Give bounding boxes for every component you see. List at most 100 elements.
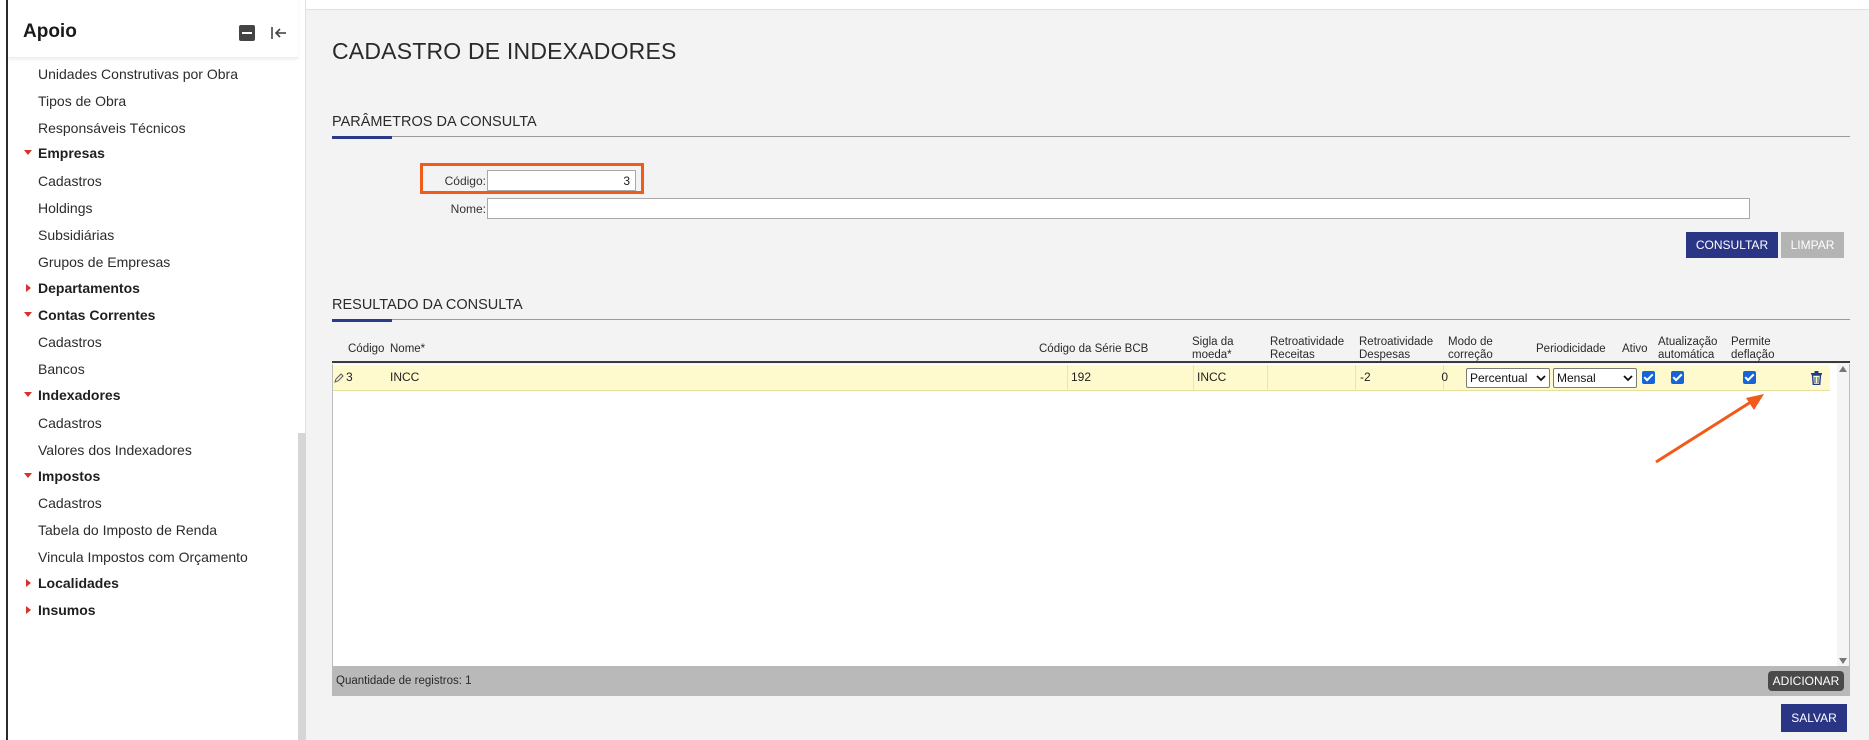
table-row[interactable]: 3 INCC 192 INCC -2 0 Percentual Mensal bbox=[333, 365, 1830, 391]
sidebar-item-subsidiarias[interactable]: Subsidiárias bbox=[38, 227, 114, 243]
sidebar-item-valores-indexadores[interactable]: Valores dos Indexadores bbox=[38, 442, 192, 458]
cell-nome[interactable]: INCC bbox=[387, 365, 1068, 390]
sidebar-group-label: Empresas bbox=[38, 145, 105, 161]
cell-serie-bcb[interactable]: 192 bbox=[1068, 365, 1194, 390]
ativo-checkbox[interactable] bbox=[1642, 371, 1655, 384]
col-header-line: Modo de bbox=[1448, 336, 1493, 348]
col-header-serie-bcb[interactable]: Código da Série BCB bbox=[1039, 343, 1148, 356]
col-header-line: Receitas bbox=[1270, 349, 1315, 361]
col-header-codigo[interactable]: Código bbox=[348, 343, 384, 356]
section-divider bbox=[332, 136, 1850, 137]
modo-correcao-select[interactable]: Percentual bbox=[1466, 368, 1550, 388]
main-content: CADASTRO DE INDEXADORES PARÂMETROS DA CO… bbox=[306, 0, 1869, 740]
caret-down-icon bbox=[24, 312, 32, 317]
nome-input[interactable] bbox=[487, 198, 1750, 219]
col-header-modo-correcao[interactable]: Modo de correção bbox=[1448, 336, 1493, 362]
sidebar-header: Apoio bbox=[8, 0, 298, 58]
chevron-down-icon bbox=[1623, 375, 1633, 382]
section-divider bbox=[332, 319, 1850, 320]
section-accent bbox=[332, 136, 392, 139]
grid-footer: Quantidade de registros: 1 ADICIONAR bbox=[332, 666, 1850, 696]
sidebar-item-responsaveis-tecnicos[interactable]: Responsáveis Técnicos bbox=[38, 120, 186, 136]
consultar-button[interactable]: CONSULTAR bbox=[1686, 232, 1778, 258]
cell-codigo[interactable]: 3 bbox=[343, 365, 387, 390]
sidebar-item-tabela-imposto-renda[interactable]: Tabela do Imposto de Renda bbox=[38, 522, 217, 538]
sidebar: Apoio Unidades Construtivas por Obra Tip… bbox=[0, 0, 306, 740]
record-count-value: 1 bbox=[465, 675, 472, 687]
sidebar-group-label: Contas Correntes bbox=[38, 307, 156, 323]
sidebar-group-impostos[interactable]: Impostos bbox=[24, 468, 100, 484]
sidebar-group-indexadores[interactable]: Indexadores bbox=[24, 387, 120, 403]
col-header-deflacao[interactable]: Permite deflação bbox=[1731, 336, 1774, 362]
sidebar-item-vincula-impostos[interactable]: Vincula Impostos com Orçamento bbox=[38, 549, 248, 565]
col-header-line: moeda* bbox=[1192, 349, 1232, 361]
sidebar-group-departamentos[interactable]: Departamentos bbox=[26, 280, 140, 296]
salvar-button[interactable]: SALVAR bbox=[1781, 704, 1847, 732]
sidebar-group-localidades[interactable]: Localidades bbox=[26, 575, 119, 591]
col-header-retro-despesas[interactable]: Retroatividade Despesas bbox=[1359, 336, 1433, 362]
col-header-line: Retroatividade bbox=[1359, 336, 1434, 348]
collapse-sidebar-icon[interactable] bbox=[267, 22, 289, 44]
sidebar-group-label: Insumos bbox=[38, 602, 96, 618]
sidebar-item-indexadores-cadastros[interactable]: Cadastros bbox=[38, 415, 102, 431]
caret-down-icon bbox=[24, 473, 32, 478]
col-header-line: correção bbox=[1448, 349, 1493, 361]
sidebar-item-tipos-de-obra[interactable]: Tipos de Obra bbox=[38, 93, 126, 109]
col-header-line: Atualização bbox=[1658, 336, 1718, 348]
retro-despesas-value: -2 bbox=[1360, 370, 1371, 384]
atualizacao-automatica-checkbox[interactable] bbox=[1671, 371, 1684, 384]
col-header-periodicidade[interactable]: Periodicidade bbox=[1536, 343, 1606, 356]
codigo-input[interactable] bbox=[487, 170, 636, 191]
col-header-line: deflação bbox=[1731, 349, 1775, 361]
col-header-line: Despesas bbox=[1359, 349, 1411, 361]
caret-down-icon bbox=[24, 392, 32, 397]
sidebar-item-unidades-construtivas[interactable]: Unidades Construtivas por Obra bbox=[38, 66, 238, 82]
sidebar-accent-bar bbox=[6, 0, 8, 740]
col-header-nome[interactable]: Nome* bbox=[390, 343, 425, 356]
cell-retro-receitas[interactable] bbox=[1268, 365, 1356, 390]
trash-icon[interactable] bbox=[1810, 371, 1823, 385]
scroll-up-icon[interactable] bbox=[1839, 366, 1847, 372]
collapse-all-icon[interactable] bbox=[239, 25, 255, 41]
col-header-line: Retroatividade bbox=[1270, 336, 1345, 348]
grid-scrollbar[interactable] bbox=[1837, 364, 1849, 666]
adicionar-button[interactable]: ADICIONAR bbox=[1768, 671, 1844, 691]
limpar-button[interactable]: LIMPAR bbox=[1781, 232, 1844, 258]
periodicidade-select[interactable]: Mensal bbox=[1553, 368, 1637, 388]
sidebar-item-grupos-de-empresas[interactable]: Grupos de Empresas bbox=[38, 254, 170, 270]
top-bar bbox=[306, 0, 1869, 10]
sidebar-item-bancos[interactable]: Bancos bbox=[38, 361, 85, 377]
modo-correcao-value: Percentual bbox=[1470, 371, 1528, 385]
scroll-down-icon[interactable] bbox=[1839, 658, 1847, 664]
sidebar-group-contas-correntes[interactable]: Contas Correntes bbox=[24, 307, 156, 323]
col-header-ativo[interactable]: Ativo bbox=[1622, 343, 1648, 356]
col-header-atualizacao[interactable]: Atualização automática bbox=[1658, 336, 1717, 362]
periodicidade-value: Mensal bbox=[1557, 371, 1596, 385]
modo-numeric-value: 0 bbox=[1441, 370, 1448, 384]
col-header-retro-receitas[interactable]: Retroatividade Receitas bbox=[1270, 336, 1344, 362]
sidebar-group-label: Departamentos bbox=[38, 280, 140, 296]
results-section-title: RESULTADO DA CONSULTA bbox=[332, 297, 523, 313]
col-header-line: Permite bbox=[1731, 336, 1771, 348]
sidebar-group-insumos[interactable]: Insumos bbox=[26, 602, 96, 618]
cell-sigla[interactable]: INCC bbox=[1194, 365, 1268, 390]
permite-deflacao-checkbox[interactable] bbox=[1743, 371, 1756, 384]
chevron-down-icon bbox=[1536, 375, 1546, 382]
sidebar-scrollbar[interactable] bbox=[298, 433, 306, 740]
annotation-arrow-icon bbox=[1655, 394, 1764, 464]
sidebar-group-empresas[interactable]: Empresas bbox=[24, 145, 105, 161]
codigo-label: Código: bbox=[444, 174, 486, 188]
grid-header: Código Nome* Código da Série BCB Sigla d… bbox=[332, 334, 1850, 363]
caret-right-icon bbox=[26, 284, 31, 292]
sidebar-title: Apoio bbox=[23, 21, 77, 42]
results-grid: Código Nome* Código da Série BCB Sigla d… bbox=[332, 334, 1850, 696]
col-header-line: Sigla da bbox=[1192, 336, 1234, 348]
section-accent bbox=[332, 319, 392, 322]
record-count-label: Quantidade de registros: bbox=[336, 675, 462, 687]
sidebar-item-impostos-cadastros[interactable]: Cadastros bbox=[38, 495, 102, 511]
col-header-sigla[interactable]: Sigla da moeda* bbox=[1192, 336, 1234, 362]
sidebar-item-contas-cadastros[interactable]: Cadastros bbox=[38, 334, 102, 350]
sidebar-item-holdings[interactable]: Holdings bbox=[38, 200, 92, 216]
cell-retro-despesas[interactable]: -2 0 bbox=[1356, 365, 1448, 390]
sidebar-item-empresas-cadastros[interactable]: Cadastros bbox=[38, 173, 102, 189]
